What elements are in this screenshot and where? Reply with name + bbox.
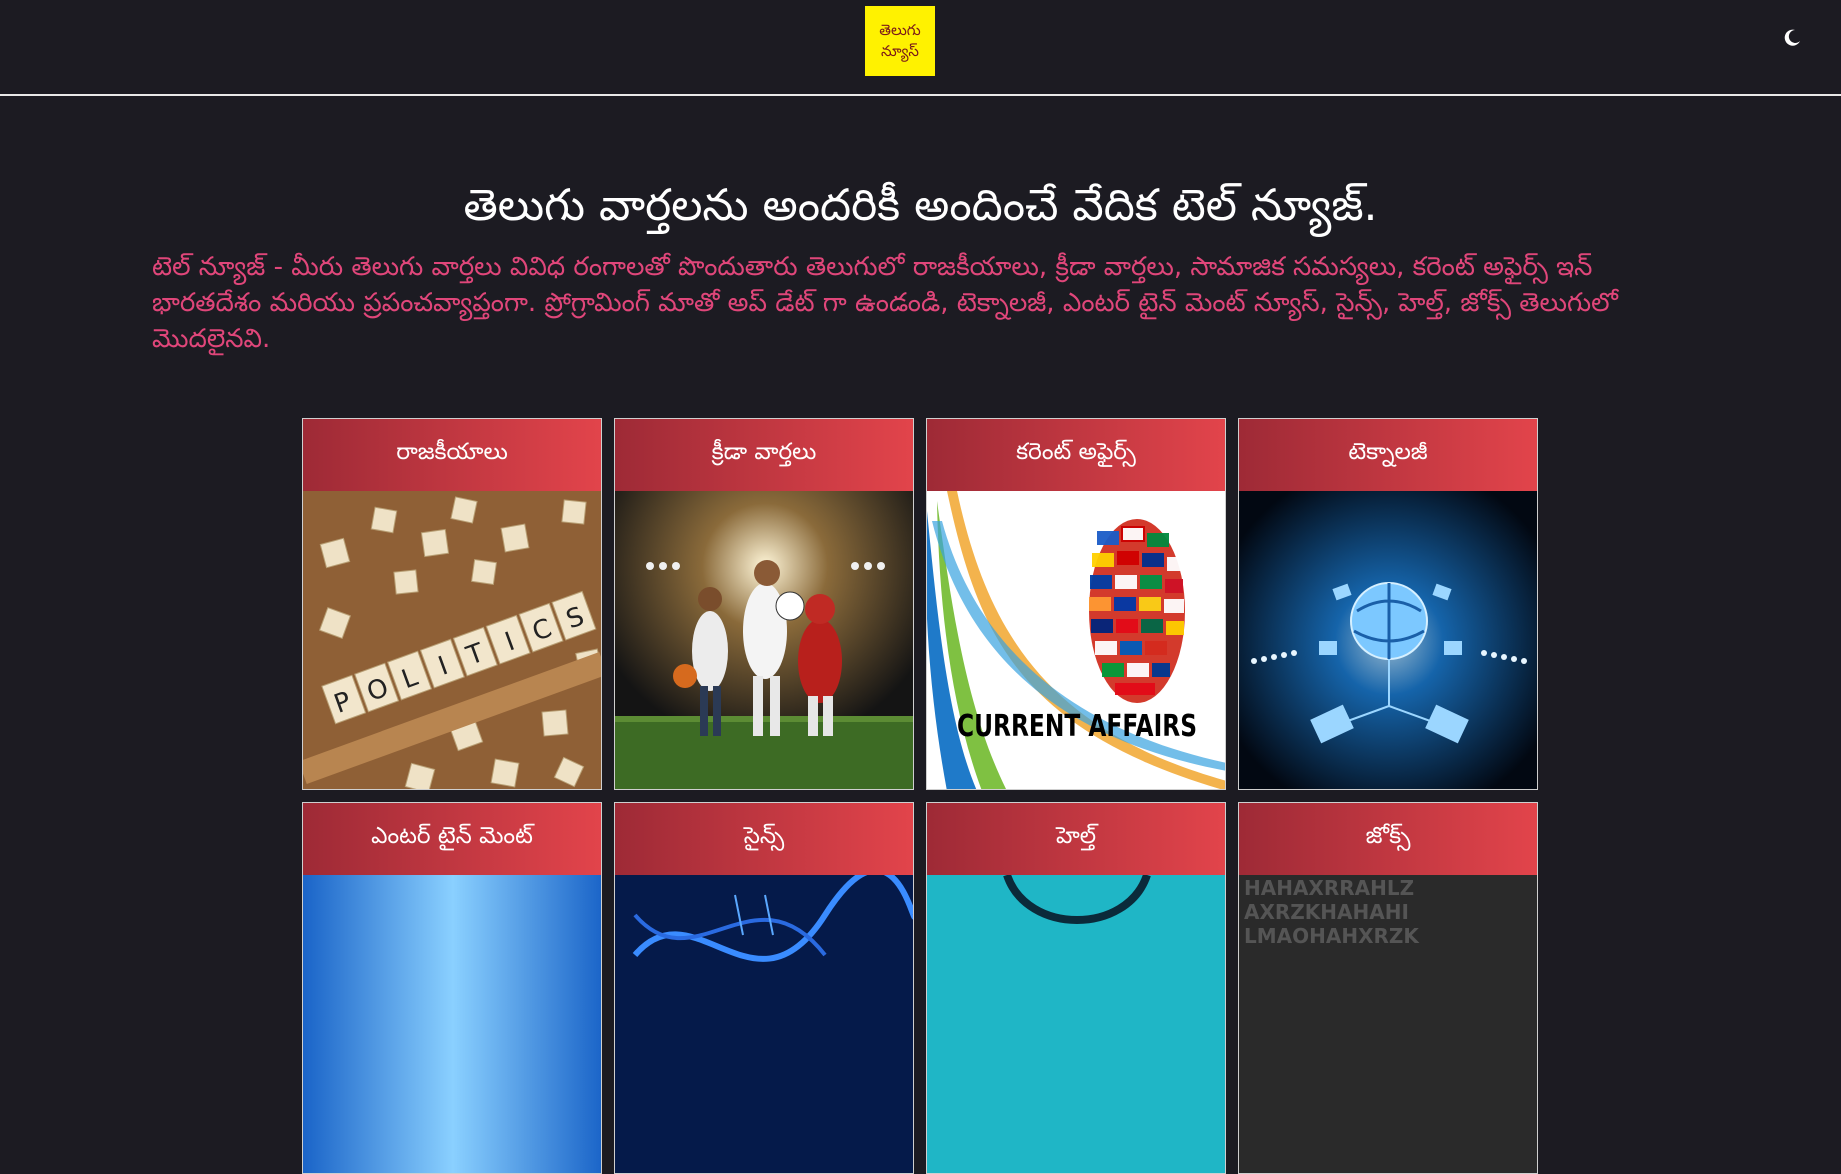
logo-line-2: న్యూస్ bbox=[881, 42, 919, 60]
category-card-science[interactable]: సైన్స్ bbox=[614, 802, 914, 1174]
technology-network-image bbox=[1239, 491, 1537, 789]
svg-text:LMAOHAHXRZK: LMAOHAHXRZK bbox=[1244, 924, 1420, 948]
category-title: హెల్త్ bbox=[927, 803, 1225, 875]
science-dna-image bbox=[615, 875, 913, 1173]
category-title: ఎంటర్ టైన్ మెంట్ bbox=[303, 803, 601, 875]
page-title: తెలుగు వార్తలను అందరికీ అందించే వేదిక టె… bbox=[463, 180, 1378, 231]
jokes-letters-image: HAHAXRRAHLZ AXRZKHAHAHI LMAOHAHXRZK bbox=[1239, 875, 1537, 1173]
top-navbar: తెలుగు న్యూస్ bbox=[0, 0, 1841, 96]
category-title: జోక్స్ bbox=[1239, 803, 1537, 875]
category-title: కరెంట్ అఫైర్స్ bbox=[927, 419, 1225, 491]
svg-text:AXRZKHAHAHI: AXRZKHAHAHI bbox=[1244, 900, 1409, 924]
category-card-sports[interactable]: క్రీడా వార్తలు bbox=[614, 418, 914, 790]
category-card-current-affairs[interactable]: కరెంట్ అఫైర్స్ CURRENT AFFAIRS bbox=[926, 418, 1226, 790]
page-description: టెల్ న్యూజ్ - మీరు తెలుగు వార్తలు వివిధ … bbox=[152, 252, 1618, 354]
politics-scrabble-image: POL ITI CS bbox=[303, 491, 601, 789]
category-grid: రాజకీయాలు P O L I T I C S క్రీడా వార్తలు… bbox=[302, 418, 1538, 1174]
category-title: క్రీడా వార్తలు bbox=[615, 419, 913, 491]
category-title: టెక్నాలజీ bbox=[1239, 419, 1537, 491]
category-card-health[interactable]: హెల్త్ bbox=[926, 802, 1226, 1174]
category-title: సైన్స్ bbox=[615, 803, 913, 875]
theme-toggle-button[interactable] bbox=[1780, 26, 1804, 50]
category-card-jokes[interactable]: జోక్స్ HAHAXRRAHLZ AXRZKHAHAHI LMAOHAHXR… bbox=[1238, 802, 1538, 1174]
svg-text:HAHAXRRAHLZ: HAHAXRRAHLZ bbox=[1244, 876, 1414, 900]
category-title: రాజకీయాలు bbox=[303, 419, 601, 491]
category-card-politics[interactable]: రాజకీయాలు P O L I T I C S bbox=[302, 418, 602, 790]
current-affairs-image-text: CURRENT AFFAIRS bbox=[957, 709, 1197, 744]
health-stethoscope-image bbox=[927, 875, 1225, 1173]
category-card-technology[interactable]: టెక్నాలజీ bbox=[1238, 418, 1538, 790]
site-logo[interactable]: తెలుగు న్యూస్ bbox=[865, 6, 935, 76]
entertainment-image bbox=[303, 875, 601, 1173]
category-card-entertainment[interactable]: ఎంటర్ టైన్ మెంట్ bbox=[302, 802, 602, 1174]
moon-icon bbox=[1784, 29, 1800, 46]
current-affairs-globe-image: CURRENT AFFAIRS bbox=[927, 491, 1225, 789]
logo-line-1: తెలుగు bbox=[879, 21, 921, 39]
sports-players-image bbox=[615, 491, 913, 789]
